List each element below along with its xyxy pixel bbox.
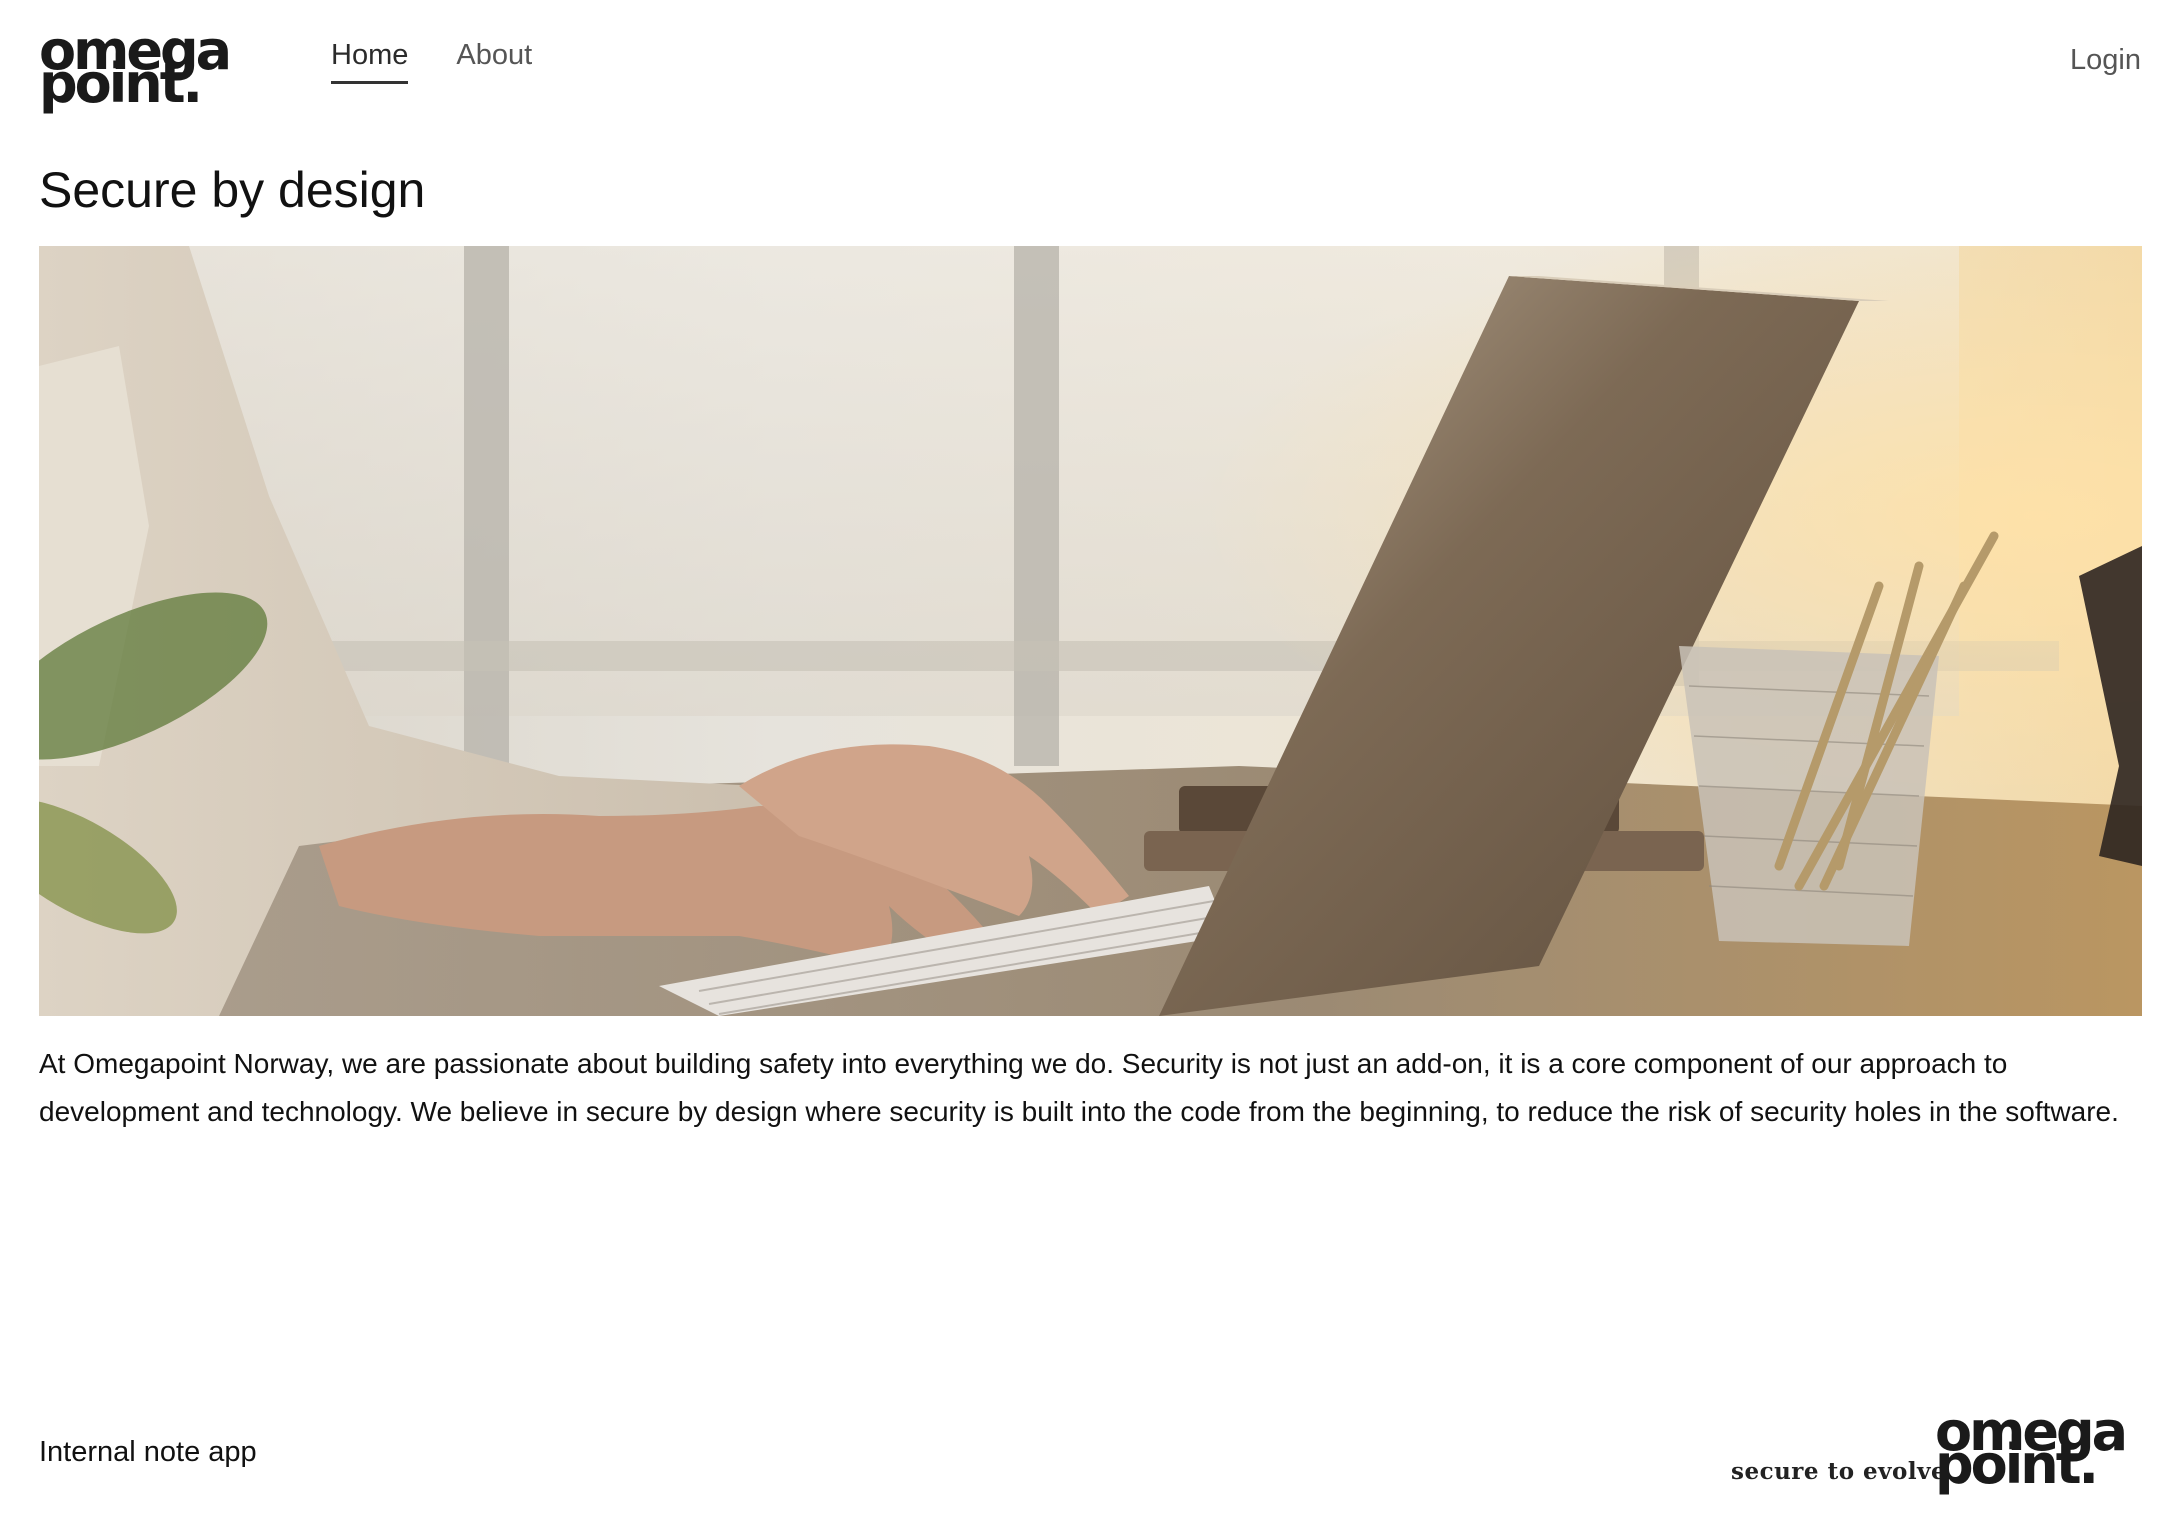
omegapoint-logo[interactable]: omega point. — [39, 24, 253, 115]
nav-item-about[interactable]: About — [456, 38, 532, 84]
logo-line-2: point. — [39, 52, 203, 115]
hero-image — [39, 246, 2142, 1016]
footer-logo-line-2: point. — [1935, 1433, 2099, 1496]
footer-tagline: secure to evolve — [1731, 1458, 1947, 1485]
site-header: omega point. Home About Login — [39, 0, 2141, 130]
intro-text: At Omegapoint Norway, we are passionate … — [39, 1048, 2119, 1127]
main-nav: Home About — [331, 38, 532, 84]
footer-omegapoint-logo: omega point. — [1935, 1405, 2149, 1496]
footer-app-name: Internal note app — [39, 1436, 257, 1468]
login-link[interactable]: Login — [2070, 44, 2141, 77]
laptop-typing-photo-icon — [39, 246, 2142, 1016]
page: omega point. Home About Login Secure by … — [0, 0, 2169, 1513]
page-title: Secure by design — [39, 162, 426, 218]
nav-item-home[interactable]: Home — [331, 38, 409, 84]
